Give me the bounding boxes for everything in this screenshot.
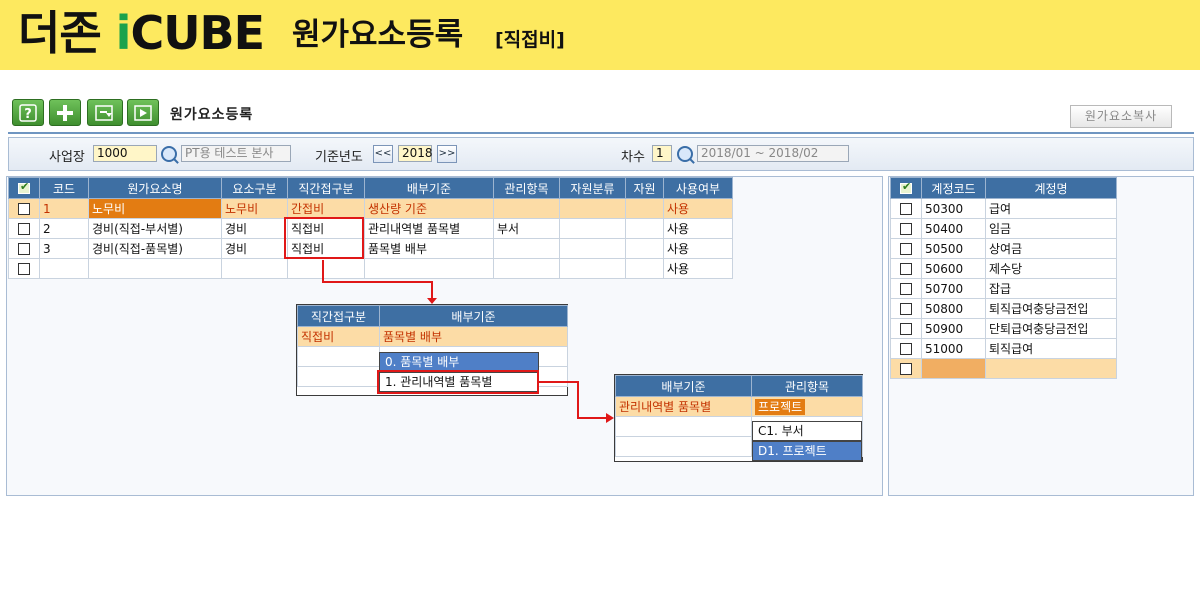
- table-row[interactable]: 50300 급여: [890, 198, 1117, 219]
- table-row[interactable]: 50400 임금: [890, 218, 1117, 239]
- cell-account-code[interactable]: 51000: [921, 338, 986, 359]
- col-account-code[interactable]: 계정코드: [921, 177, 986, 199]
- banner: 더존 iCUBE 원가요소등록 [직접비]: [0, 0, 1200, 70]
- arrow-1-line: [322, 260, 433, 300]
- account-header-row: 계정코드 계정명: [890, 177, 1117, 199]
- arrow-2-line: [539, 381, 608, 419]
- cell-account-code[interactable]: 50400: [921, 218, 986, 239]
- col-account-name[interactable]: 계정명: [985, 177, 1117, 199]
- cell-account-name[interactable]: 제수당: [985, 258, 1117, 279]
- cell-account-code[interactable]: 50600: [921, 258, 986, 279]
- brand-logo: 더존 iCUBE: [18, 2, 265, 64]
- row-checkbox[interactable]: [900, 263, 912, 275]
- row-checkbox[interactable]: [900, 363, 912, 375]
- cell-account-name[interactable]: 퇴직급여충당금전입: [985, 298, 1117, 319]
- banner-title: 원가요소등록: [292, 17, 464, 53]
- cell-account-name[interactable]: 단퇴급여충당금전입: [985, 318, 1117, 339]
- brand-i: i: [115, 6, 132, 60]
- cell-account-code[interactable]: [921, 358, 986, 379]
- cell-account-name[interactable]: 급여: [985, 198, 1117, 219]
- account-grid: 계정코드 계정명 50300급여 50400임금 50500상여금 50600제…: [890, 177, 1117, 379]
- brand-prefix: 더존: [18, 6, 116, 60]
- cell-account-name[interactable]: 잡급: [985, 278, 1117, 299]
- row-checkbox[interactable]: [900, 203, 912, 215]
- cell-account-code[interactable]: 50300: [921, 198, 986, 219]
- cell-account-code[interactable]: 50800: [921, 298, 986, 319]
- banner-tag: [직접비]: [495, 29, 565, 51]
- cell-account-name[interactable]: 임금: [985, 218, 1117, 239]
- cell-account-name[interactable]: 상여금: [985, 238, 1117, 259]
- check-all-icon: [900, 180, 912, 194]
- cell-account-name[interactable]: 퇴직급여: [985, 338, 1117, 359]
- row-checkbox[interactable]: [900, 303, 912, 315]
- row-checkbox[interactable]: [900, 323, 912, 335]
- table-row-new[interactable]: [890, 358, 1117, 379]
- arrow-1-head: [427, 298, 437, 304]
- cell-account-code[interactable]: 50500: [921, 238, 986, 259]
- brand-suffix: CUBE: [130, 6, 265, 60]
- row-checkbox[interactable]: [900, 283, 912, 295]
- arrow-2-head: [606, 413, 614, 423]
- table-row[interactable]: 50800 퇴직급여충당금전입: [890, 298, 1117, 319]
- row-checkbox[interactable]: [900, 223, 912, 235]
- account-select-all[interactable]: [890, 177, 922, 199]
- table-row[interactable]: 50600 제수당: [890, 258, 1117, 279]
- table-row[interactable]: 51000 퇴직급여: [890, 338, 1117, 359]
- app-window: ? 원가요소등록 원가요소복사 사업장 1000 PT용 테스트 본사 기준년도…: [0, 88, 1200, 500]
- cell-account-code[interactable]: 50900: [921, 318, 986, 339]
- row-checkbox[interactable]: [900, 343, 912, 355]
- table-row[interactable]: 50500 상여금: [890, 238, 1117, 259]
- table-row[interactable]: 50900 단퇴급여충당금전입: [890, 318, 1117, 339]
- cell-account-name[interactable]: [985, 358, 1117, 379]
- cell-account-code[interactable]: 50700: [921, 278, 986, 299]
- table-row[interactable]: 50700 잡급: [890, 278, 1117, 299]
- row-checkbox[interactable]: [900, 243, 912, 255]
